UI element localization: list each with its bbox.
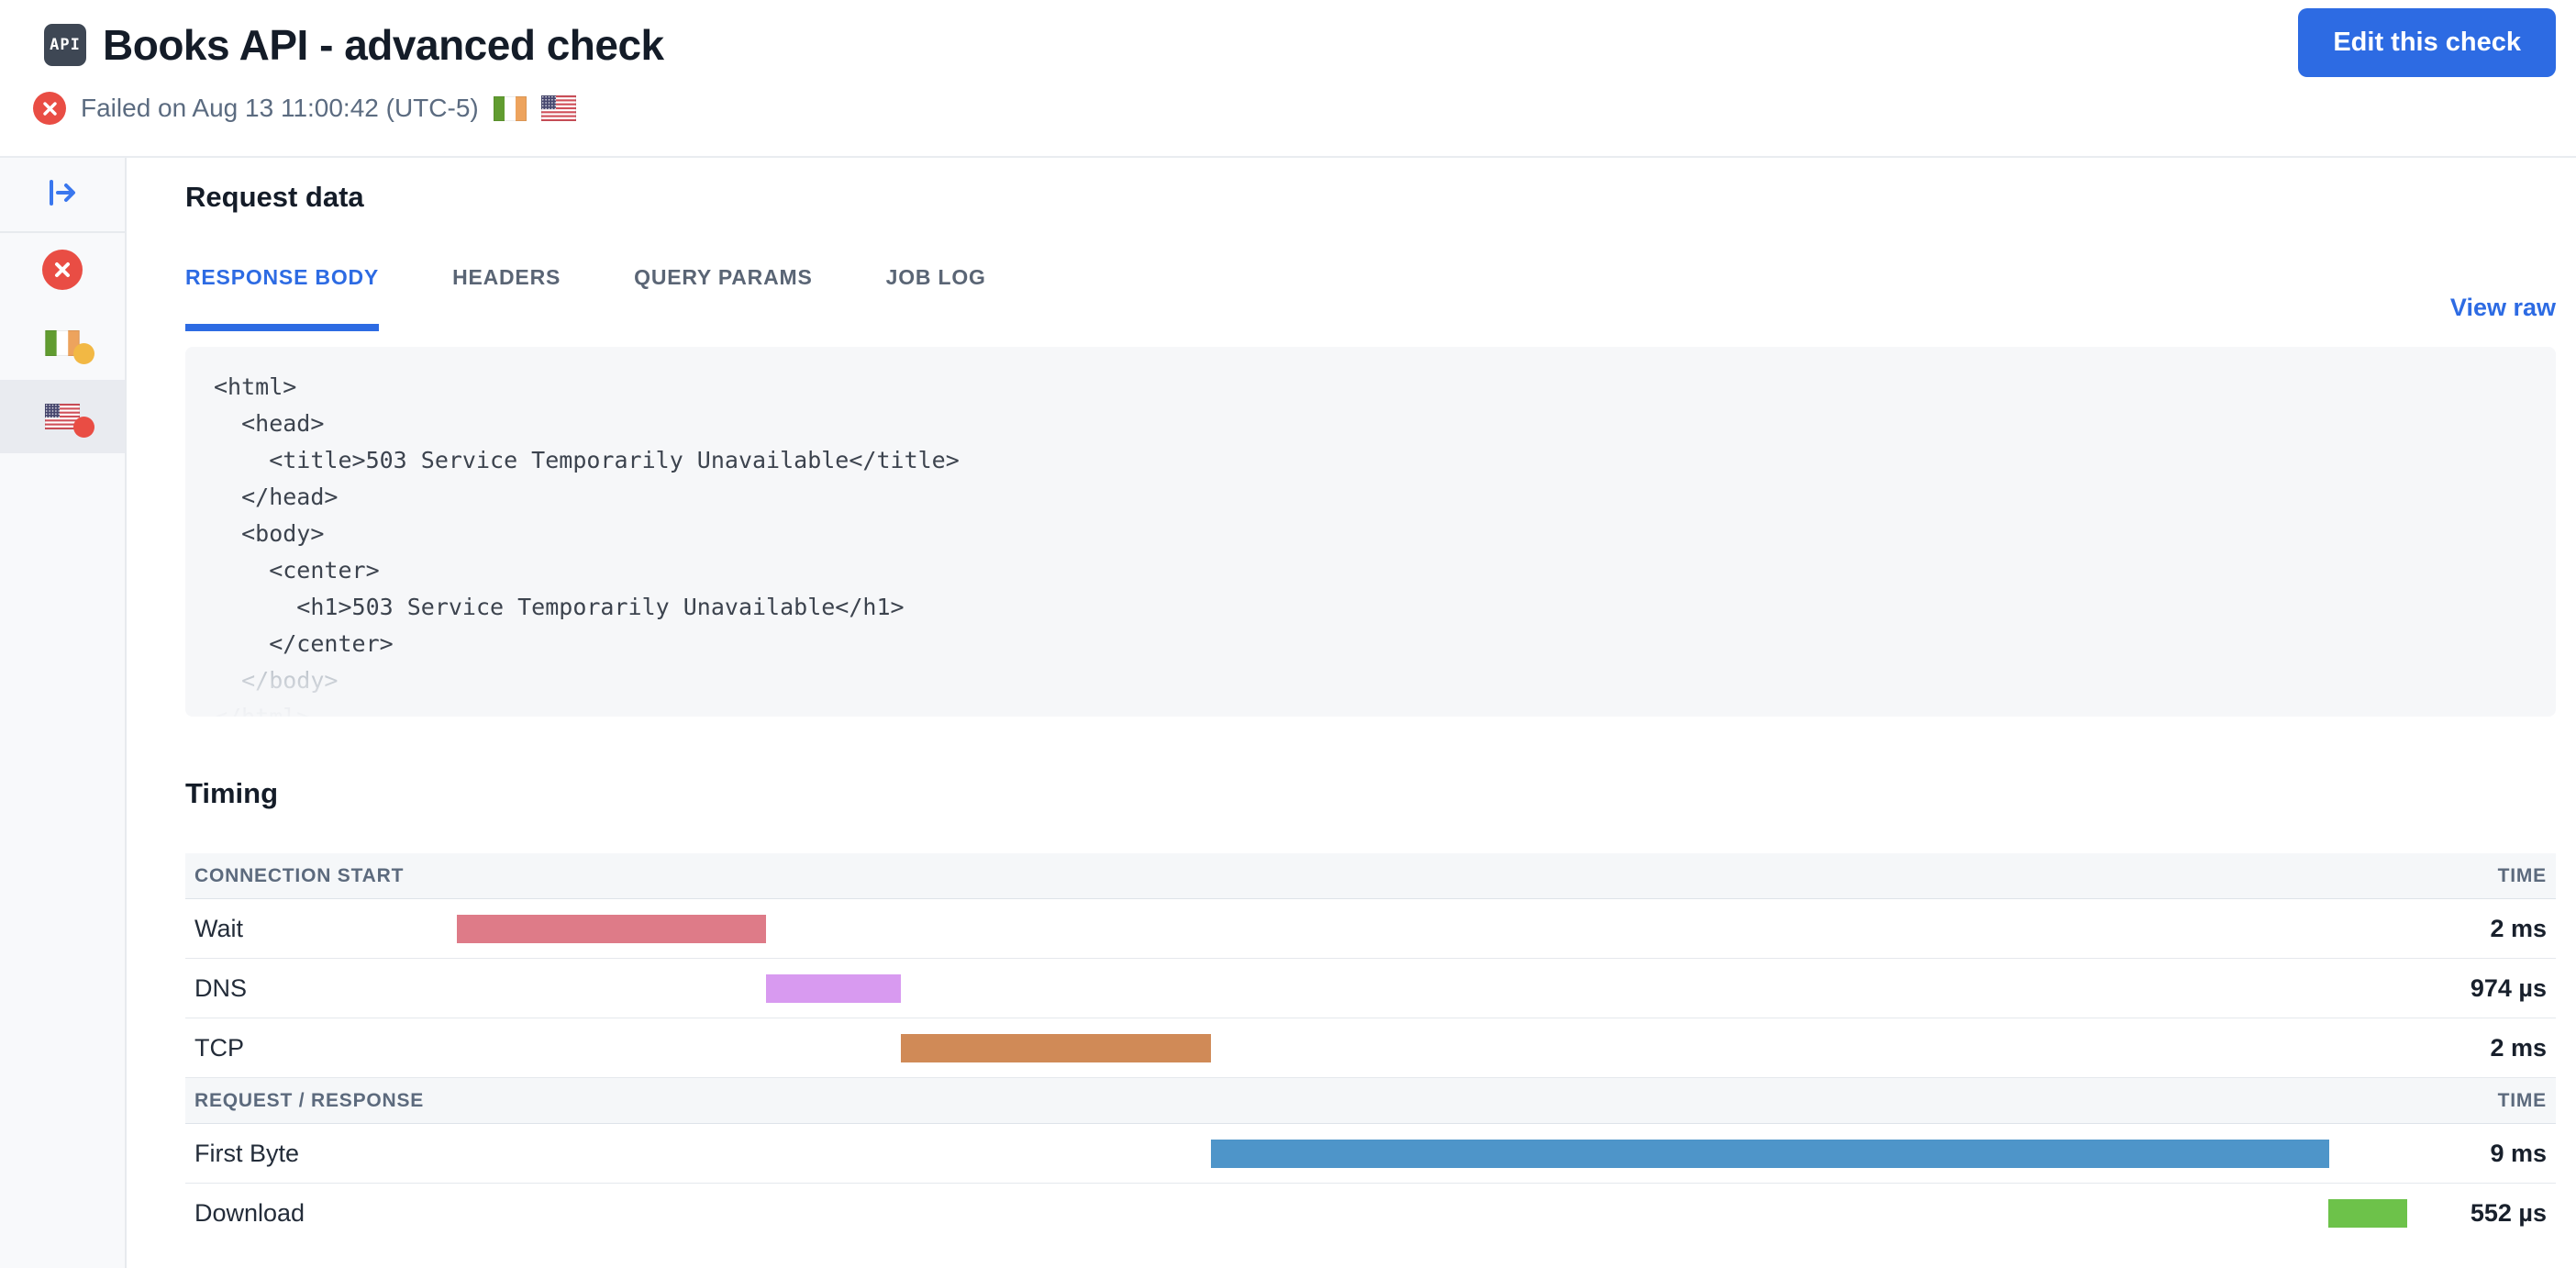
- timing-row-tcp: TCP 2 ms: [185, 1018, 2556, 1078]
- timing-row-label: DNS: [194, 959, 247, 1018]
- results-sidebar: [0, 158, 127, 1268]
- timing-row-wait: Wait 2 ms: [185, 899, 2556, 959]
- code-line: <head>: [214, 406, 2556, 442]
- code-line: </body>: [214, 662, 2556, 699]
- page-title: Books API - advanced check: [103, 20, 664, 70]
- edit-check-button[interactable]: Edit this check: [2298, 8, 2556, 77]
- sidebar-expand-button[interactable]: [0, 158, 125, 233]
- degraded-dot-icon: [73, 343, 94, 364]
- tab-headers[interactable]: HEADERS: [452, 265, 561, 331]
- timing-row-dns: DNS 974 µs: [185, 959, 2556, 1018]
- timing-row-label: Wait: [194, 899, 243, 959]
- timing-bar: [1211, 1140, 2329, 1168]
- timing-bar: [457, 915, 766, 943]
- request-data-heading: Request data: [185, 181, 2556, 214]
- time-column-header: TIME: [2498, 1090, 2547, 1112]
- timing-row-label: Download: [194, 1184, 305, 1243]
- code-line: </center>: [214, 626, 2556, 662]
- ireland-flag-icon: [494, 96, 527, 121]
- timing-section-header: REQUEST / RESPONSE TIME: [185, 1078, 2556, 1124]
- timing-table: CONNECTION START TIME Wait 2 ms DNS 974 …: [185, 853, 2556, 1243]
- api-check-badge: API: [44, 24, 86, 66]
- timing-bar: [901, 1034, 1211, 1062]
- response-body-code[interactable]: <html> <head> <title>503 Service Tempora…: [185, 347, 2556, 717]
- timing-row-value: 9 ms: [2490, 1124, 2547, 1184]
- expand-right-icon: [45, 175, 80, 215]
- time-column-header: TIME: [2498, 865, 2547, 887]
- timing-row-label: First Byte: [194, 1124, 299, 1184]
- failed-circle-icon: [42, 250, 83, 290]
- sidebar-result-us[interactable]: [0, 380, 125, 453]
- timing-row-value: 974 µs: [2471, 959, 2547, 1018]
- tab-query-params[interactable]: QUERY PARAMS: [634, 265, 812, 331]
- timing-section-title: CONNECTION START: [194, 865, 404, 887]
- view-raw-link[interactable]: View raw: [2450, 294, 2556, 322]
- timing-heading: Timing: [185, 777, 2556, 810]
- request-data-tabs: RESPONSE BODY HEADERS QUERY PARAMS JOB L…: [185, 265, 2556, 331]
- main-panel: Request data RESPONSE BODY HEADERS QUERY…: [127, 158, 2576, 1268]
- timing-section-title: REQUEST / RESPONSE: [194, 1090, 424, 1112]
- timing-row-value: 552 µs: [2471, 1184, 2547, 1243]
- failed-dot-icon: [73, 417, 94, 438]
- us-flag-icon: [541, 95, 576, 121]
- tab-response-body[interactable]: RESPONSE BODY: [185, 265, 379, 331]
- header: API Books API - advanced check Failed on…: [0, 0, 2576, 158]
- status-text: Failed on Aug 13 11:00:42 (UTC-5): [81, 94, 479, 123]
- timing-bar: [766, 974, 901, 1003]
- tab-job-log[interactable]: JOB LOG: [886, 265, 986, 331]
- sidebar-result-ireland[interactable]: [0, 306, 125, 380]
- sidebar-result-overall-failed[interactable]: [0, 233, 125, 306]
- failed-status-icon: [33, 92, 66, 125]
- code-line: </head>: [214, 479, 2556, 516]
- code-line: <center>: [214, 552, 2556, 589]
- timing-row-first-byte: First Byte 9 ms: [185, 1124, 2556, 1184]
- code-line: </html>: [214, 699, 2556, 717]
- timing-bar: [2328, 1199, 2407, 1228]
- code-line: <body>: [214, 516, 2556, 552]
- timing-row-value: 2 ms: [2490, 899, 2547, 959]
- timing-row-value: 2 ms: [2490, 1018, 2547, 1078]
- code-line: <h1>503 Service Temporarily Unavailable<…: [214, 589, 2556, 626]
- timing-row-label: TCP: [194, 1018, 244, 1078]
- check-status-row: Failed on Aug 13 11:00:42 (UTC-5): [33, 92, 664, 125]
- code-line: <html>: [214, 369, 2556, 406]
- code-line: <title>503 Service Temporarily Unavailab…: [214, 442, 2556, 479]
- timing-section-header: CONNECTION START TIME: [185, 853, 2556, 899]
- timing-row-download: Download 552 µs: [185, 1184, 2556, 1243]
